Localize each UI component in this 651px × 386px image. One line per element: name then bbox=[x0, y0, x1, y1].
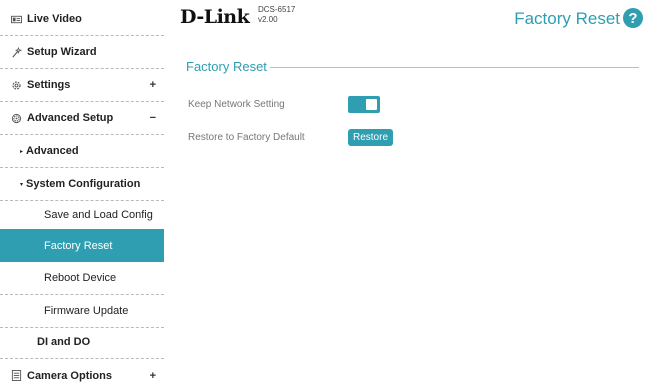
expand-icon[interactable]: + bbox=[150, 79, 156, 91]
caret-down-icon: ▾ bbox=[20, 181, 24, 188]
collapse-icon[interactable]: − bbox=[150, 112, 156, 124]
sidebar-item-di-and-do[interactable]: DI and DO bbox=[0, 326, 164, 359]
brand-logo: D-Link bbox=[180, 6, 250, 28]
sidebar-item-label: Live Video bbox=[27, 13, 82, 25]
restore-label: Restore to Factory Default bbox=[188, 132, 305, 143]
sidebar-item-label: Firmware Update bbox=[44, 305, 129, 317]
sidebar-item-label: Setup Wizard bbox=[27, 46, 97, 58]
sidebar-item-save-and-load-config[interactable]: Save and Load Config bbox=[0, 199, 164, 232]
sidebar-item-label: System Configuration bbox=[26, 178, 141, 190]
sidebar-item-label: Factory Reset bbox=[44, 239, 113, 252]
sidebar-item-label: Save and Load Config bbox=[44, 209, 153, 221]
sidebar-item-label: Settings bbox=[27, 79, 71, 91]
help-icon[interactable]: ? bbox=[623, 8, 643, 28]
restore-button[interactable]: Restore bbox=[348, 129, 393, 146]
document-icon bbox=[10, 370, 22, 382]
gear-icon bbox=[10, 79, 22, 91]
sidebar-item-settings[interactable]: Settings + bbox=[0, 69, 164, 102]
sidebar-item-advanced[interactable]: ▸ Advanced bbox=[0, 135, 164, 168]
sidebar-item-live-video[interactable]: Live Video bbox=[0, 3, 164, 36]
sidebar-item-label: Advanced bbox=[26, 145, 79, 157]
sidebar-item-camera-options[interactable]: Camera Options + bbox=[0, 359, 164, 386]
page-title: Factory Reset bbox=[514, 9, 620, 28]
sidebar-item-label: Reboot Device bbox=[44, 272, 117, 284]
sidebar-item-firmware-update[interactable]: Firmware Update bbox=[0, 295, 164, 328]
sidebar-item-label: Camera Options bbox=[27, 369, 112, 382]
toggle-knob bbox=[366, 99, 377, 110]
video-icon bbox=[10, 13, 22, 25]
sidebar-item-reboot-device[interactable]: Reboot Device bbox=[0, 262, 164, 295]
firmware-version: v2.00 bbox=[258, 15, 278, 24]
sidebar-item-label: Advanced Setup bbox=[27, 112, 114, 124]
model-name: DCS-6517 bbox=[258, 5, 296, 14]
sidebar-item-factory-reset[interactable]: Factory Reset bbox=[0, 229, 164, 262]
gear-advanced-icon bbox=[10, 112, 22, 124]
sidebar: Live Video Setup Wizard Settings + Advan… bbox=[0, 0, 164, 386]
caret-right-icon: ▸ bbox=[20, 148, 24, 155]
keep-network-toggle[interactable] bbox=[348, 96, 380, 113]
expand-icon[interactable]: + bbox=[150, 370, 156, 382]
sidebar-item-label: DI and DO bbox=[37, 336, 91, 348]
section-title: Factory Reset bbox=[186, 59, 270, 74]
sidebar-item-system-configuration[interactable]: ▾ System Configuration bbox=[0, 168, 164, 201]
sidebar-item-advanced-setup[interactable]: Advanced Setup − bbox=[0, 102, 164, 135]
wand-icon bbox=[10, 46, 22, 58]
keep-network-label: Keep Network Setting bbox=[188, 99, 285, 110]
sidebar-item-setup-wizard[interactable]: Setup Wizard bbox=[0, 36, 164, 69]
model-info: DCS-6517 v2.00 bbox=[258, 5, 295, 25]
